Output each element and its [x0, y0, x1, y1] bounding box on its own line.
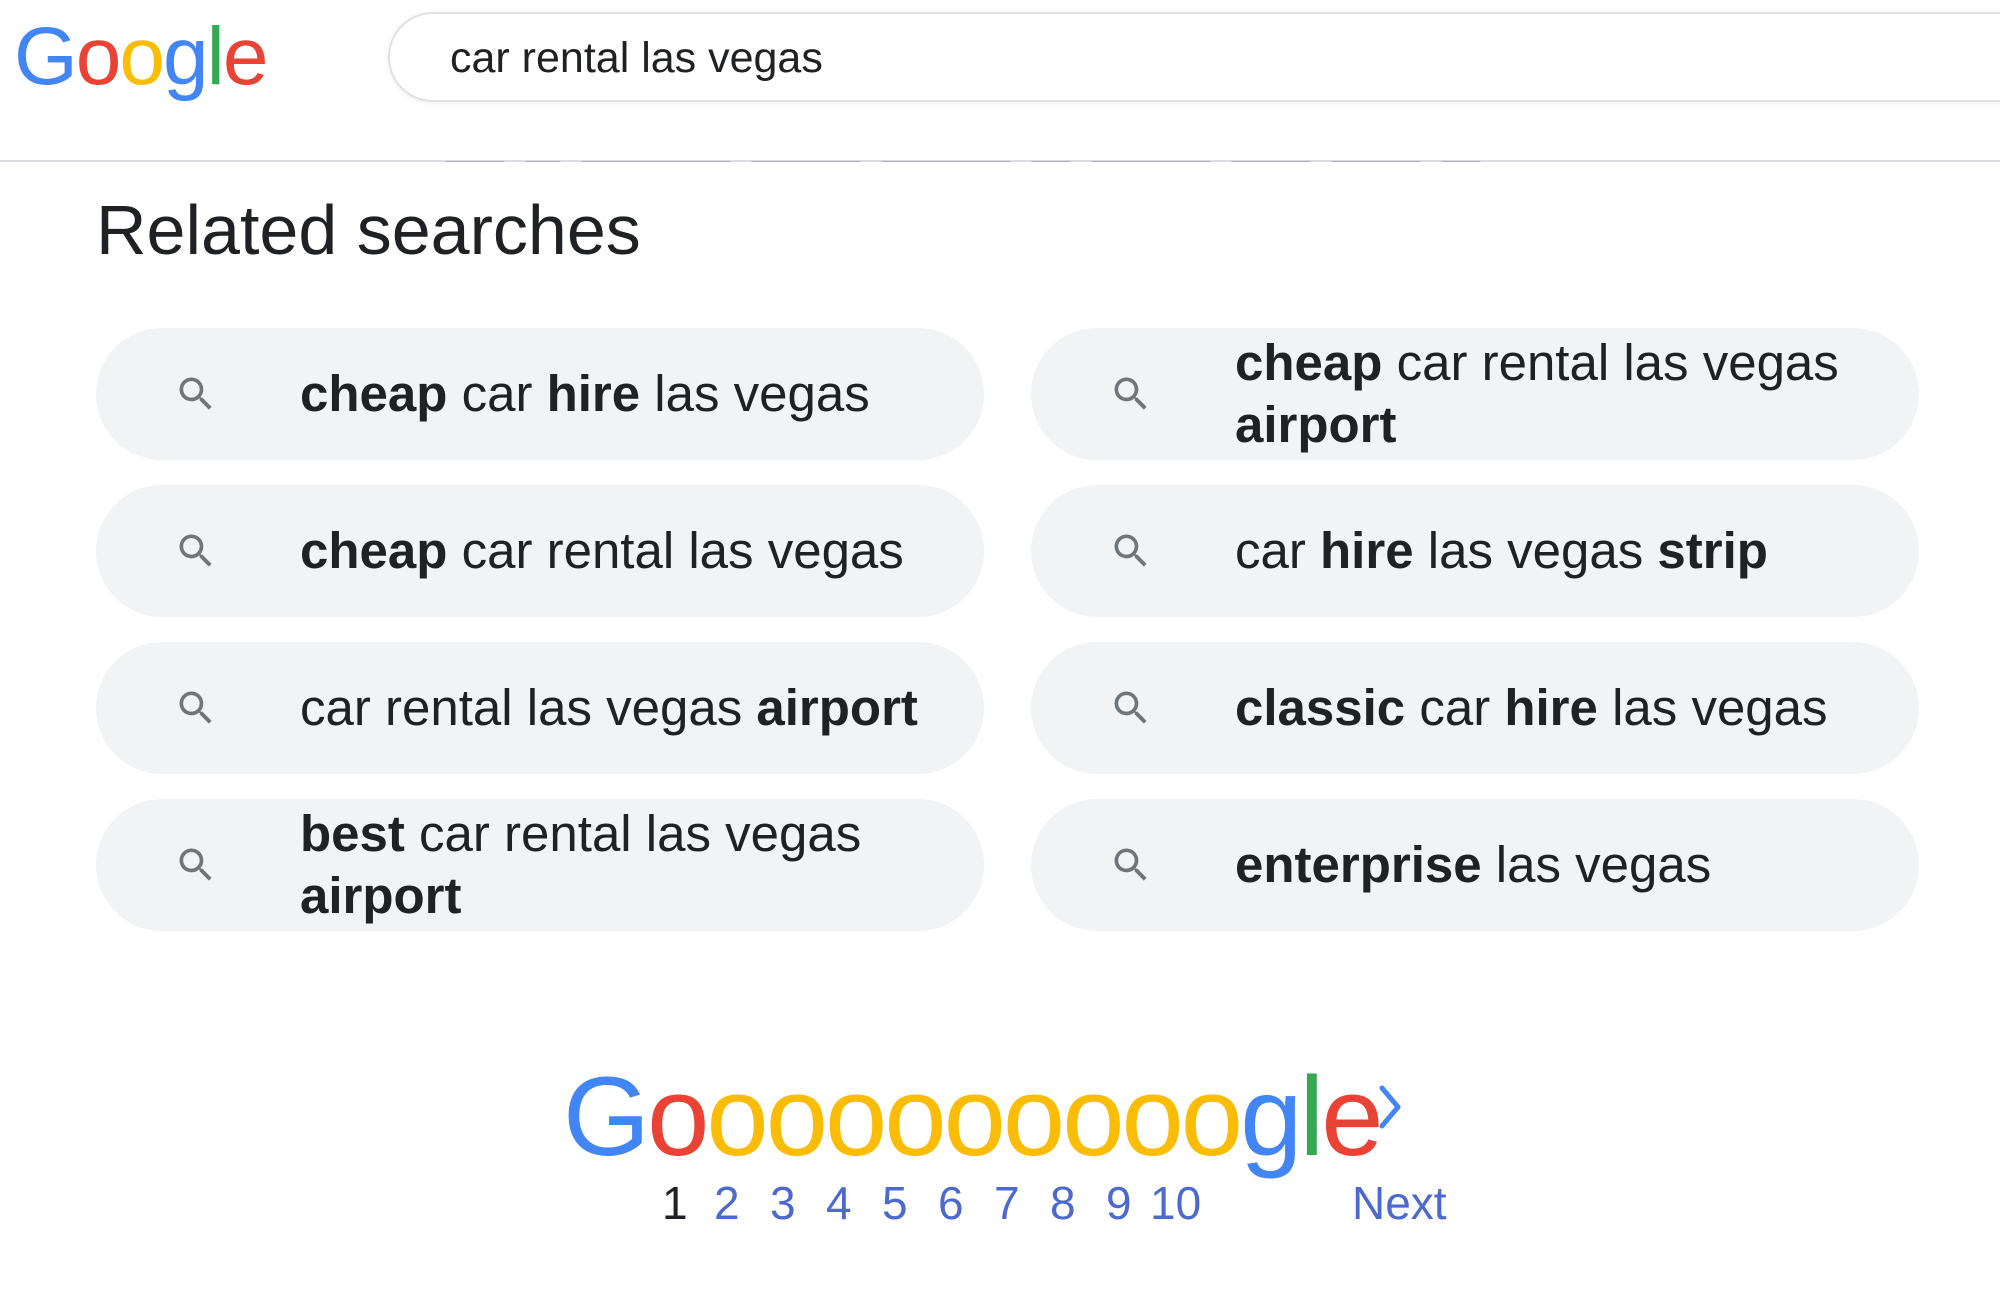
query-term: las vegas — [1481, 836, 1712, 893]
query-bold-term: classic — [1235, 679, 1406, 736]
query-bold-term: best — [300, 805, 405, 862]
search-box[interactable] — [388, 12, 2000, 102]
related-search-label: cheap car hire las vegas — [300, 363, 940, 425]
clipped-result-text — [445, 154, 1850, 162]
query-bold-term: hire — [1320, 522, 1414, 579]
search-icon — [179, 534, 212, 567]
related-search-chip[interactable]: enterprise las vegas — [1031, 799, 1919, 931]
pagination-logo-letter[interactable]: o — [706, 1054, 768, 1179]
related-search-label: enterprise las vegas — [1235, 834, 1875, 896]
pagination-logo-letter: e — [1321, 1054, 1383, 1179]
query-term: car rental las vegas — [1382, 334, 1839, 391]
search-icon — [179, 691, 212, 724]
related-search-label: best car rental las vegas airport — [300, 803, 940, 927]
google-logo[interactable]: Google — [14, 10, 269, 104]
query-term: las vegas — [640, 365, 870, 422]
query-bold-term: enterprise — [1235, 836, 1482, 893]
logo-letter: g — [163, 11, 209, 102]
pagination-logo-letter[interactable]: o — [884, 1054, 946, 1179]
pagination-logo-letter: l — [1299, 1054, 1324, 1179]
page-link[interactable]: 4 — [826, 1176, 852, 1230]
search-icon — [179, 848, 212, 881]
query-term: car rental las vegas — [300, 679, 757, 736]
page-current: 1 — [662, 1177, 688, 1229]
query-term: car rental las vegas — [404, 805, 862, 862]
search-icon — [1114, 534, 1147, 567]
page-link[interactable]: 2 — [714, 1176, 740, 1230]
related-search-chip[interactable]: car hire las vegas strip — [1031, 485, 1919, 617]
pagination-logo-letter: G — [563, 1054, 650, 1179]
page-link[interactable]: 9 — [1106, 1176, 1132, 1230]
next-page-link[interactable]: Next — [1352, 1176, 1447, 1230]
related-search-chip[interactable]: cheap car rental las vegas airport — [1031, 328, 1919, 460]
query-bold-term: cheap — [300, 365, 448, 422]
page-link[interactable]: 8 — [1050, 1176, 1076, 1230]
logo-letter: o — [119, 11, 165, 102]
logo-letter: G — [14, 11, 78, 102]
search-input[interactable] — [450, 30, 1650, 86]
related-search-label: car rental las vegas airport — [300, 677, 940, 739]
related-search-label: classic car hire las vegas — [1235, 677, 1875, 739]
pagination: 1 2 3 4 5 6 7 8 9 10 Next — [0, 1176, 2000, 1236]
search-icon — [1114, 377, 1147, 410]
query-term: car — [1405, 679, 1505, 736]
related-search-chip[interactable]: best car rental las vegas airport — [96, 799, 984, 931]
related-search-label: cheap car rental las vegas — [300, 520, 940, 582]
page-link[interactable]: 7 — [994, 1176, 1020, 1230]
pagination-logo: Goooooooooogle — [563, 1052, 1384, 1181]
query-bold-term: hire — [546, 365, 641, 422]
query-bold-term: airport — [300, 867, 462, 924]
pagination-logo-letter[interactable]: o — [944, 1054, 1006, 1179]
query-bold-term: hire — [1504, 679, 1598, 736]
related-search-chip[interactable]: cheap car hire las vegas — [96, 328, 984, 460]
related-searches-heading: Related searches — [96, 191, 641, 269]
pagination-logo-letter[interactable]: o — [1003, 1054, 1065, 1179]
logo-letter: o — [75, 11, 122, 102]
search-icon — [1114, 691, 1147, 724]
related-search-label: car hire las vegas strip — [1235, 520, 1875, 582]
pagination-logo-letter[interactable]: o — [766, 1054, 828, 1179]
query-term: las vegas — [1597, 679, 1828, 736]
pagination-logo-letter: g — [1240, 1054, 1302, 1179]
query-term: las vegas — [1413, 522, 1658, 579]
logo-letter: e — [222, 11, 269, 102]
related-search-chip[interactable]: cheap car rental las vegas — [96, 485, 984, 617]
page-link[interactable]: 10 — [1150, 1176, 1201, 1230]
pagination-logo-letter[interactable]: o — [647, 1054, 709, 1179]
related-search-label: cheap car rental las vegas airport — [1235, 332, 1875, 456]
related-search-chip[interactable]: car rental las vegas airport — [96, 642, 984, 774]
related-search-chip[interactable]: classic car hire las vegas — [1031, 642, 1919, 774]
query-term: car rental las vegas — [447, 522, 904, 579]
query-bold-term: airport — [756, 679, 918, 736]
related-searches-grid: cheap car hire las vegas cheap car rental… — [96, 328, 1919, 932]
next-chevron-icon[interactable] — [1376, 1082, 1406, 1132]
logo-letter: l — [206, 11, 225, 102]
page-link[interactable]: 6 — [938, 1176, 964, 1230]
query-bold-term: strip — [1657, 522, 1768, 579]
pagination-logo-letter[interactable]: o — [1181, 1054, 1243, 1179]
page-link[interactable]: 5 — [882, 1176, 908, 1230]
pagination-logo-letter[interactable]: o — [1122, 1054, 1184, 1179]
page-link[interactable]: 3 — [770, 1176, 796, 1230]
search-icon — [179, 377, 212, 410]
pagination-logo-letter[interactable]: o — [825, 1054, 887, 1179]
query-bold-term: airport — [1235, 396, 1397, 453]
query-term: car — [1235, 522, 1321, 579]
query-term: car — [447, 365, 547, 422]
header: Google — [0, 0, 2000, 162]
query-bold-term: cheap — [1235, 334, 1383, 391]
search-icon — [1114, 848, 1147, 881]
pagination-logo-letter[interactable]: o — [1062, 1054, 1124, 1179]
query-bold-term: cheap — [300, 522, 448, 579]
